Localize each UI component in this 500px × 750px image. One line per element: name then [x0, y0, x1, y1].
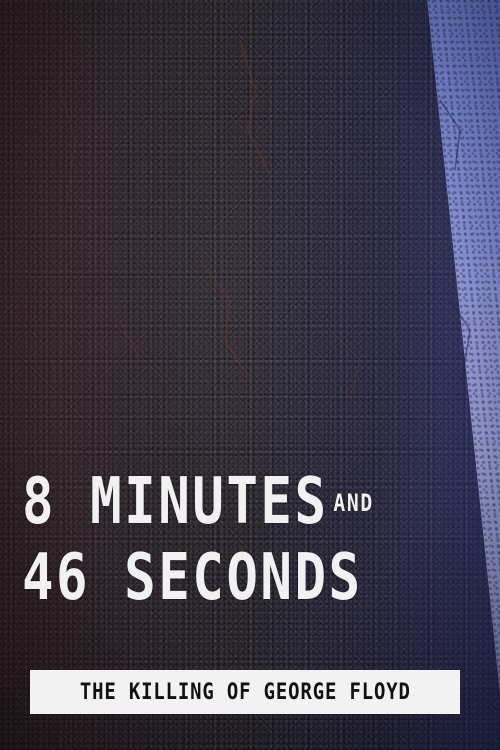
movie-poster: 8 MINUTES AND 46 SECONDS THE KILLING OF G… — [0, 0, 500, 750]
title-line-1: 8 MINUTES AND — [22, 470, 374, 534]
title-minutes: 8 MINUTES — [22, 465, 329, 539]
subtitle-banner: THE KILLING OF GEORGE FLOYD — [30, 670, 460, 714]
title-and: AND — [333, 489, 374, 517]
title-line-2: 46 SECONDS — [22, 541, 363, 615]
subtitle-text: THE KILLING OF GEORGE FLOYD — [79, 679, 411, 705]
vignette-overlay — [0, 0, 500, 750]
